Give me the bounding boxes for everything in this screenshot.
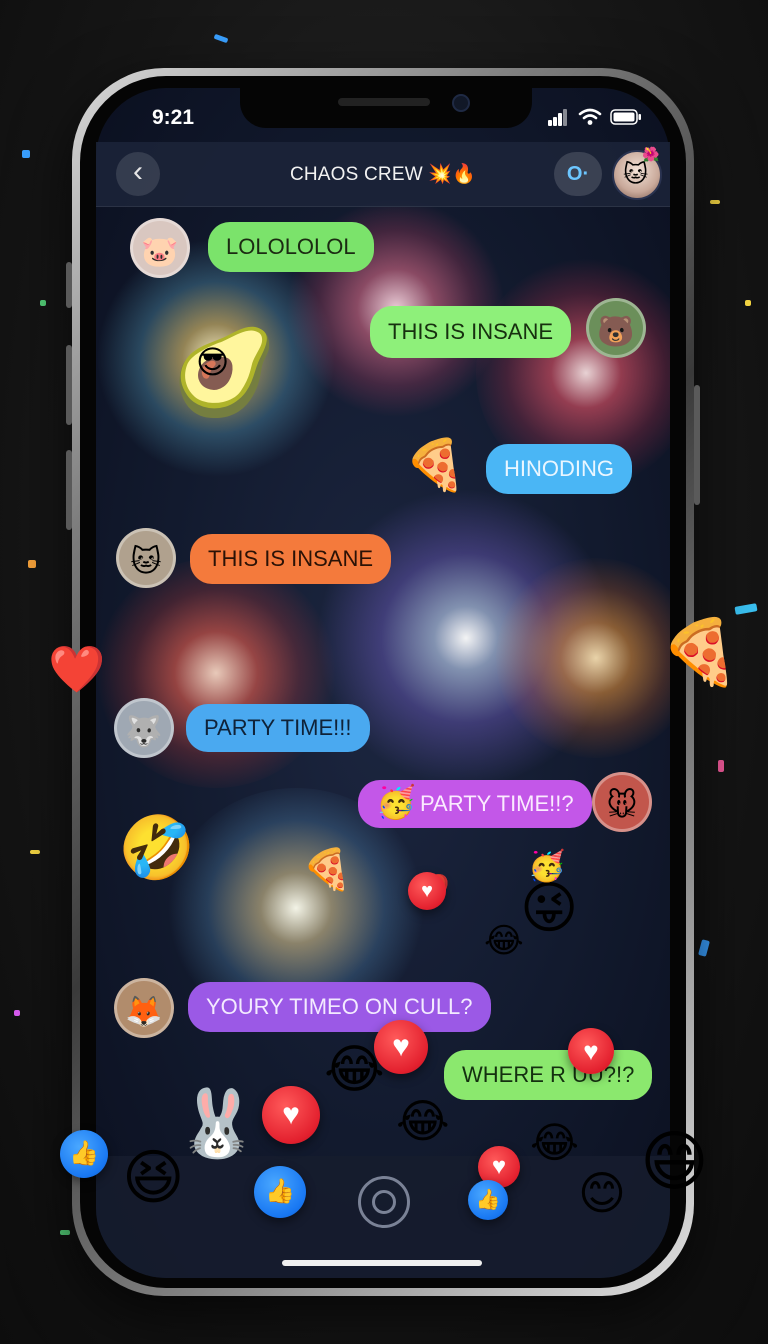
home-button[interactable]	[358, 1176, 410, 1228]
video-call-icon[interactable]: O·	[554, 152, 602, 196]
bear-avatar-icon: 🐻	[597, 315, 635, 349]
cat-avatar-icon: 🐱	[130, 545, 162, 579]
heart-reaction[interactable]: ♥	[262, 1086, 320, 1144]
wifi-icon	[578, 108, 602, 125]
signal-icon	[548, 108, 568, 126]
confetti-piece	[745, 300, 751, 306]
confetti-piece	[710, 200, 720, 204]
sender-avatar[interactable]: 🐱	[116, 528, 176, 588]
volume-down-button	[66, 345, 72, 425]
status-icons	[548, 108, 644, 130]
pizza-emoji: 🍕	[660, 616, 740, 688]
front-camera	[452, 94, 470, 112]
message-bubble[interactable]: PARTY TIME!!!	[186, 704, 370, 752]
fox-avatar-icon: 🦊	[125, 995, 163, 1029]
volume-button-lower	[66, 450, 72, 530]
wolf-avatar-icon: 🐺	[125, 715, 163, 749]
message-bubble[interactable]: HINODING	[486, 444, 632, 494]
confetti-piece	[14, 1010, 20, 1016]
pig-avatar-icon: 🐷	[141, 235, 179, 269]
message-bubble[interactable]: YOURY TIMEO ON CULL?	[188, 982, 491, 1032]
pizza-emoji: 🍕	[404, 437, 467, 493]
sender-avatar[interactable]: 🦊	[114, 978, 174, 1038]
volume-up-button	[66, 262, 72, 308]
earpiece-speaker	[338, 98, 430, 106]
mouse-avatar-icon: 🐭	[606, 789, 638, 823]
laughing-emoji: 😂	[396, 1095, 450, 1147]
confetti-piece	[60, 1230, 70, 1235]
smile-emoji: 😄	[640, 1124, 709, 1198]
like-reaction[interactable]: 👍	[254, 1166, 306, 1218]
firework-burst	[496, 558, 670, 758]
confetti-piece	[213, 33, 229, 44]
message-bubble[interactable]: LOLOLOLOL	[208, 222, 374, 272]
group-avatar[interactable]: 🐱 🌺	[612, 146, 662, 200]
laughing-emoji: 😂	[530, 1119, 580, 1166]
notch	[240, 88, 532, 128]
power-button	[694, 385, 700, 505]
tongue-emoji: 😜	[520, 876, 579, 939]
like-reaction[interactable]: 👍	[468, 1180, 508, 1220]
bunny-sticker: 🐰	[176, 1086, 259, 1160]
heart-emoji: ❤️	[48, 643, 106, 695]
message-bubble[interactable]: THIS IS INSANE	[370, 306, 572, 358]
sender-avatar[interactable]: 🐷	[130, 218, 190, 278]
confetti-piece	[718, 760, 724, 772]
heart-reaction[interactable]: ♥	[408, 872, 446, 910]
message-bubble[interactable]: THIS IS INSANE	[190, 534, 392, 584]
confetti-piece	[30, 850, 40, 854]
pizza-emoji: 🍕	[302, 848, 352, 892]
laughing-emoji: 😂	[484, 922, 524, 960]
confetti-piece	[28, 560, 36, 568]
home-indicator[interactable]	[282, 1260, 482, 1266]
party-hat-emoji: 🥳	[376, 784, 416, 820]
confetti-piece	[734, 603, 758, 615]
sender-avatar[interactable]: 🐭	[592, 772, 652, 832]
sender-avatar[interactable]: 🐺	[114, 698, 174, 758]
confetti-piece	[40, 300, 46, 306]
heart-reaction[interactable]: ♥	[374, 1020, 428, 1074]
confetti-piece	[698, 939, 710, 957]
rofl-emoji: 🤣	[118, 814, 196, 883]
confetti-piece	[22, 150, 30, 158]
message-bubble[interactable]: WHERE R UU?!?	[444, 1050, 653, 1100]
like-reaction[interactable]: 👍	[60, 1130, 108, 1178]
party-flower-icon: 🌺	[642, 146, 660, 162]
chat-header: ‹ CHAOS CREW 💥🔥 O· 🐱 🌺	[96, 142, 670, 207]
party-hat-emoji: 🥳	[528, 850, 566, 883]
heart-reaction[interactable]: ♥	[568, 1028, 614, 1074]
status-time: 9:21	[152, 106, 195, 129]
battery-icon	[610, 109, 641, 125]
cat-avatar-icon: 🐱	[623, 161, 649, 188]
sender-avatar[interactable]: 🐻	[586, 298, 646, 358]
sunglasses-emoji: 😎	[196, 344, 230, 380]
blush-emoji: 😊	[578, 1167, 626, 1219]
